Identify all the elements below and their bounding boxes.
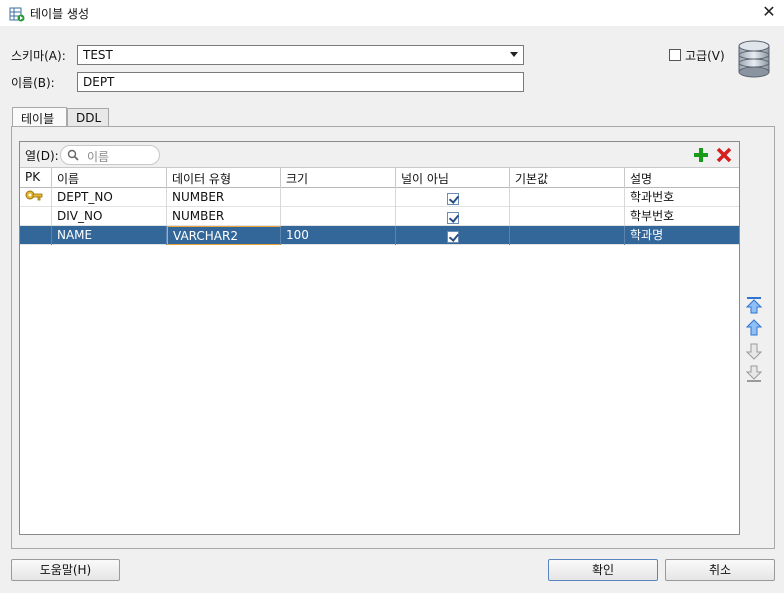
table-row[interactable]: NAME VARCHAR2 100 학과명 bbox=[20, 226, 739, 245]
tab-table[interactable]: 테이블 bbox=[12, 107, 67, 128]
columns-filter-bar: 열(D): 이름 bbox=[20, 142, 739, 168]
schema-value: TEST bbox=[83, 48, 113, 62]
title-bar: 테이블 생성 ✕ bbox=[0, 0, 784, 26]
header-not-null[interactable]: 널이 아님 bbox=[396, 168, 510, 188]
size-cell[interactable] bbox=[281, 188, 396, 207]
columns-search-input[interactable]: 이름 bbox=[60, 145, 160, 165]
columns-panel: 열(D): 이름 PK 이름 데이터 유형 크기 널이 아님 기본값 설명 DE… bbox=[19, 141, 740, 535]
cancel-button[interactable]: 취소 bbox=[665, 559, 775, 581]
pk-cell[interactable] bbox=[20, 207, 52, 226]
pk-cell[interactable] bbox=[20, 188, 52, 207]
default-cell[interactable] bbox=[510, 207, 625, 226]
name-value: DEPT bbox=[83, 75, 115, 89]
size-cell[interactable] bbox=[281, 207, 396, 226]
table-icon bbox=[9, 7, 25, 22]
add-column-icon[interactable] bbox=[693, 147, 709, 163]
not-null-cell[interactable] bbox=[396, 188, 510, 207]
move-up-icon[interactable] bbox=[746, 319, 762, 337]
tab-ddl-label: DDL bbox=[76, 111, 102, 125]
window-title: 테이블 생성 bbox=[30, 7, 90, 21]
header-pk[interactable]: PK bbox=[20, 168, 52, 188]
default-cell[interactable] bbox=[510, 188, 625, 207]
advanced-checkbox[interactable] bbox=[669, 49, 681, 61]
not-null-cell[interactable] bbox=[396, 226, 510, 245]
close-icon[interactable]: ✕ bbox=[760, 3, 778, 21]
default-cell[interactable] bbox=[510, 226, 625, 245]
size-cell[interactable]: 100 bbox=[281, 226, 396, 245]
comment-cell[interactable]: 학과번호 bbox=[625, 188, 739, 207]
type-cell[interactable]: NUMBER bbox=[167, 188, 281, 207]
pk-cell[interactable] bbox=[20, 226, 52, 245]
name-cell[interactable]: NAME bbox=[52, 226, 167, 245]
schema-label: 스키마(A): bbox=[11, 49, 66, 63]
search-placeholder: 이름 bbox=[87, 150, 110, 164]
move-down-icon[interactable] bbox=[746, 342, 762, 360]
name-input[interactable]: DEPT bbox=[77, 72, 524, 92]
not-null-checkbox[interactable] bbox=[446, 193, 459, 205]
table-row[interactable]: DEPT_NO NUMBER 학과번호 bbox=[20, 188, 739, 207]
header-name[interactable]: 이름 bbox=[52, 168, 167, 188]
not-null-cell[interactable] bbox=[396, 207, 510, 226]
columns-label: 열(D): bbox=[25, 149, 59, 163]
remove-column-icon[interactable] bbox=[716, 147, 732, 163]
name-cell[interactable]: DEPT_NO bbox=[52, 188, 167, 207]
comment-cell[interactable]: 학과명 bbox=[625, 226, 739, 245]
move-top-icon[interactable] bbox=[746, 296, 762, 314]
tab-table-label: 테이블 bbox=[21, 112, 55, 126]
name-label: 이름(B): bbox=[11, 76, 55, 90]
type-cell[interactable]: NUMBER bbox=[167, 207, 281, 226]
header-size[interactable]: 크기 bbox=[281, 168, 396, 188]
schema-select[interactable]: TEST bbox=[77, 45, 524, 65]
header-comment[interactable]: 설명 bbox=[625, 168, 739, 188]
chevron-down-icon bbox=[510, 52, 518, 57]
help-button[interactable]: 도움말(H) bbox=[11, 559, 120, 581]
tab-ddl[interactable]: DDL bbox=[67, 108, 109, 128]
database-icon bbox=[738, 40, 770, 78]
type-cell-editing[interactable]: VARCHAR2 bbox=[167, 226, 281, 245]
header-data-type[interactable]: 데이터 유형 bbox=[167, 168, 281, 188]
advanced-label[interactable]: 고급(V) bbox=[685, 47, 725, 64]
key-icon bbox=[25, 190, 43, 201]
not-null-checkbox[interactable] bbox=[446, 231, 459, 243]
table-header: PK 이름 데이터 유형 크기 널이 아님 기본값 설명 bbox=[20, 168, 739, 188]
ok-button[interactable]: 확인 bbox=[548, 559, 658, 581]
comment-cell[interactable]: 학부번호 bbox=[625, 207, 739, 226]
name-cell[interactable]: DIV_NO bbox=[52, 207, 167, 226]
header-default[interactable]: 기본값 bbox=[510, 168, 625, 188]
table-row[interactable]: DIV_NO NUMBER 학부번호 bbox=[20, 207, 739, 226]
not-null-checkbox[interactable] bbox=[446, 212, 459, 224]
search-icon bbox=[67, 149, 79, 161]
move-bottom-icon[interactable] bbox=[746, 365, 762, 383]
